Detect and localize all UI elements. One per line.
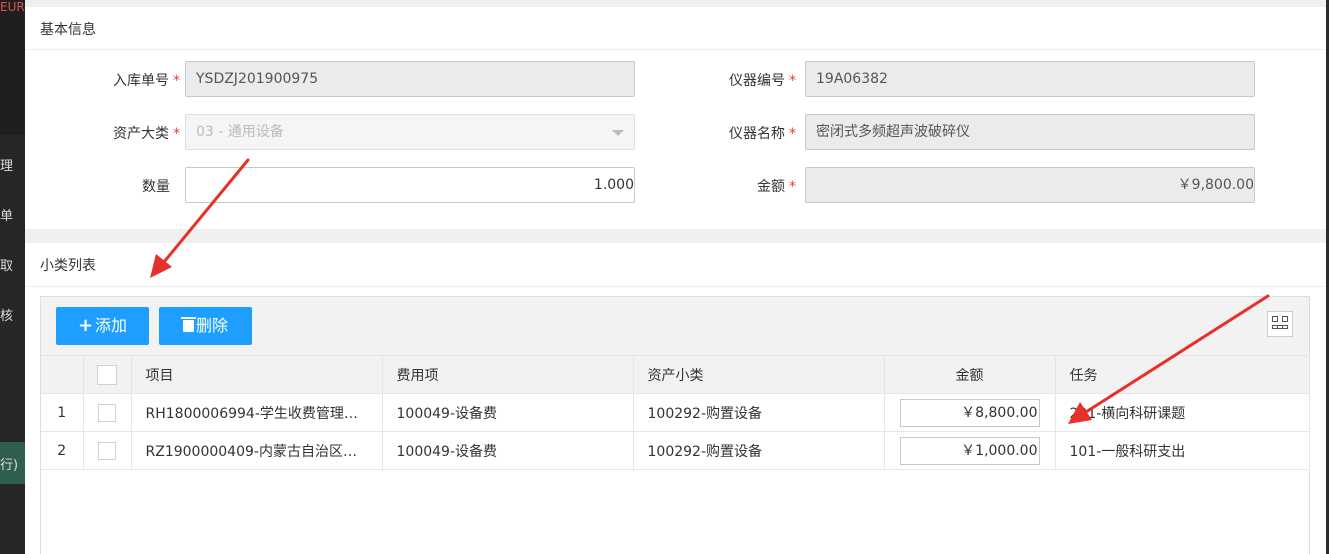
quantity-input[interactable]: 1.000	[185, 167, 635, 203]
table-toolbar: + 添加 删除	[41, 297, 1309, 356]
amount-input[interactable]: ￥1,000.00	[899, 436, 1040, 465]
row-number: 1	[41, 393, 84, 432]
instrument-no-label: 仪器编号 *	[729, 73, 796, 89]
amount-label: 金额 *	[757, 179, 796, 195]
background-menu-item[interactable]: 单	[0, 205, 25, 224]
subcategory-title: 小类列表	[40, 258, 96, 274]
required-mark: *	[173, 73, 180, 89]
asset-sub-cell: 100292-购置设备	[632, 393, 885, 432]
section-divider	[25, 49, 1326, 50]
quantity-label: 数量	[142, 179, 170, 195]
column-header-task[interactable]: 任务	[1054, 355, 1310, 394]
required-mark: *	[789, 73, 796, 89]
basic-info-section: 基本信息 入库单号 * YSDZJ201900975 仪器编号 * 19A06382…	[25, 7, 1326, 229]
add-button-label: 添加	[95, 316, 128, 335]
instrument-name-label: 仪器名称 *	[729, 126, 796, 142]
warehouse-no-label: 入库单号 *	[113, 73, 180, 89]
column-header-project[interactable]: 项目	[130, 355, 383, 394]
project-cell: RZ1900000409-内蒙古自治区工程	[130, 431, 383, 470]
expense-cell: 100049-设备费	[381, 431, 634, 470]
background-app-logo-text: EUR	[0, 0, 25, 14]
row-checkbox[interactable]	[98, 403, 116, 422]
subcategory-table: + 添加 删除 项目 费用项 资产小类 金额 任务 1 RH1800006994…	[40, 296, 1310, 554]
asset-category-label: 资产大类 *	[113, 126, 180, 142]
subcategory-grid: 项目 费用项 资产小类 金额 任务 1 RH1800006994-学生收费管理研…	[41, 355, 1310, 470]
background-menu-item[interactable]: 取	[0, 255, 25, 274]
table-header-row: 项目 费用项 资产小类 金额 任务	[41, 355, 1310, 394]
row-number: 2	[41, 431, 84, 470]
table-row[interactable]: 2 RZ1900000409-内蒙古自治区工程 100049-设备费 10029…	[41, 431, 1310, 470]
instrument-name-field[interactable]: 密闭式多频超声波破碎仪	[805, 114, 1255, 150]
select-all-checkbox[interactable]	[97, 364, 117, 385]
column-header-expense[interactable]: 费用项	[381, 355, 634, 394]
column-header-asset-sub[interactable]: 资产小类	[632, 355, 885, 394]
expense-cell: 100049-设备费	[381, 393, 634, 432]
row-checkbox[interactable]	[98, 441, 116, 460]
amount-cell: ￥1,000.00	[883, 431, 1056, 470]
required-mark: *	[789, 126, 796, 142]
task-cell: 201-横向科研课题	[1054, 393, 1310, 432]
amount-cell: ￥8,800.00	[883, 393, 1056, 432]
required-mark: *	[789, 179, 796, 195]
select-all-cell	[82, 355, 132, 394]
subcategory-section: 小类列表 + 添加 删除 项目 费用项 资产小类 金额 任务 1 RH18000…	[25, 243, 1326, 554]
plus-icon: +	[77, 315, 94, 336]
basic-info-title: 基本信息	[40, 22, 96, 38]
trash-icon	[180, 317, 196, 332]
asset-category-select[interactable]: 03 - 通用设备	[185, 114, 635, 150]
column-header-amount[interactable]: 金额	[883, 355, 1056, 394]
delete-button[interactable]: 删除	[159, 307, 252, 345]
row-select-cell	[82, 393, 132, 432]
section-divider	[25, 286, 1326, 287]
asset-sub-cell: 100292-购置设备	[632, 431, 885, 470]
background-active-menu-item[interactable]: 行)	[0, 442, 25, 484]
background-menu-item[interactable]: 核	[0, 305, 25, 324]
row-number-header	[41, 355, 84, 394]
chevron-down-icon	[612, 130, 624, 136]
delete-button-label: 删除	[195, 316, 228, 335]
amount-field[interactable]: ￥9,800.00	[805, 167, 1255, 203]
background-app-header	[0, 0, 25, 135]
warehouse-no-field[interactable]: YSDZJ201900975	[185, 61, 635, 97]
amount-input[interactable]: ￥8,800.00	[899, 398, 1040, 427]
grid-columns-icon[interactable]	[1267, 311, 1293, 337]
form-dialog: 基本信息 入库单号 * YSDZJ201900975 仪器编号 * 19A06382…	[25, 0, 1326, 554]
row-select-cell	[82, 431, 132, 470]
task-cell: 101-一般科研支出	[1054, 431, 1310, 470]
background-active-label: 行)	[0, 458, 19, 473]
add-button[interactable]: + 添加	[56, 307, 149, 345]
instrument-no-field[interactable]: 19A06382	[805, 61, 1255, 97]
asset-category-value: 03 - 通用设备	[196, 124, 284, 140]
table-row[interactable]: 1 RH1800006994-学生收费管理研究 100049-设备费 10029…	[41, 393, 1310, 432]
background-app-sidebar: EUR 理 单 取 核 行)	[0, 0, 25, 554]
required-mark: *	[173, 126, 180, 142]
background-menu-item[interactable]: 理	[0, 155, 25, 174]
project-cell: RH1800006994-学生收费管理研究	[130, 393, 383, 432]
